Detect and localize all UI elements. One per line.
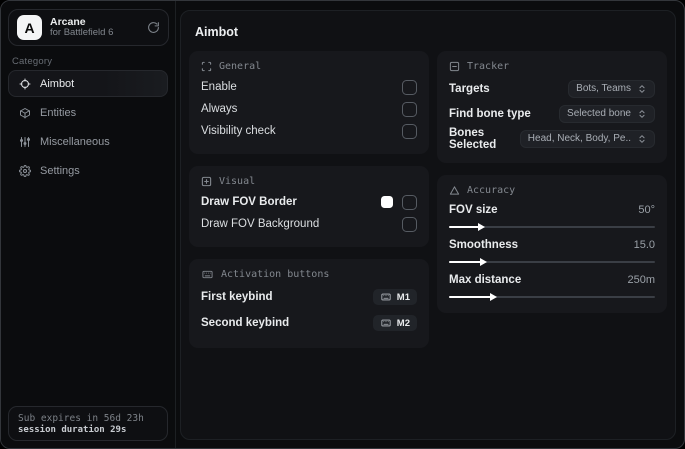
setting-row-draw-fov-border: Draw FOV Border <box>201 191 417 213</box>
general-panel: General Enable Always Visibility check <box>189 51 429 154</box>
max-distance-slider[interactable] <box>449 292 655 301</box>
brand-logo: A <box>17 15 42 40</box>
sidebar-item-label: Miscellaneous <box>40 135 110 148</box>
sidebar: A Arcane for Battlefield 6 Category Aimb… <box>1 1 176 448</box>
setting-label: Second keybind <box>201 317 290 329</box>
tracker-panel: Tracker Targets Bots, Teams Find bone ty… <box>437 51 667 163</box>
gear-icon <box>19 164 31 177</box>
keybind-value: M1 <box>396 291 410 303</box>
frame-plus-icon <box>201 176 212 187</box>
panel-title: General <box>219 61 262 72</box>
brand-card: A Arcane for Battlefield 6 <box>8 9 169 46</box>
setting-label: First keybind <box>201 291 273 303</box>
keybind-value: M2 <box>396 317 410 329</box>
visual-panel: Visual Draw FOV Border Draw FOV Backgrou… <box>189 166 429 247</box>
accuracy-panel: Accuracy FOV size 50° Smoothness 15.0 Ma… <box>437 175 667 313</box>
setting-label: Visibility check <box>201 125 276 137</box>
slider-label: Max distance <box>449 274 522 286</box>
slider-thumb[interactable] <box>490 292 498 301</box>
second-keybind-button[interactable]: M2 <box>372 315 417 331</box>
sidebar-item-label: Settings <box>40 164 80 177</box>
smoothness-slider-row: Smoothness 15.0 <box>449 237 655 266</box>
triangle-icon <box>449 185 460 196</box>
panel-title: Visual <box>219 176 256 187</box>
select-value: Bots, Teams <box>576 83 631 94</box>
main-content: Aimbot General Enable Always Visibility … <box>180 10 676 440</box>
sidebar-item-entities[interactable]: Entities <box>8 99 168 126</box>
setting-row-enable: Enable <box>201 76 417 98</box>
setting-label: Bones Selected <box>449 126 497 151</box>
setting-label: Always <box>201 103 238 115</box>
sidebar-item-label: Entities <box>40 106 77 119</box>
fov-border-color-swatch[interactable] <box>381 196 393 208</box>
smoothness-slider[interactable] <box>449 257 655 266</box>
setting-row-targets: Targets Bots, Teams <box>449 76 655 101</box>
enable-checkbox[interactable] <box>402 79 417 95</box>
subscription-card: Sub expires in 56d 23h session duration … <box>8 406 168 441</box>
session-duration-text: session duration 29s <box>18 424 127 435</box>
find-bone-type-select[interactable]: Selected bone <box>559 104 655 123</box>
page-title: Aimbot <box>195 25 239 39</box>
select-value: Head, Neck, Body, Pe.. <box>527 133 631 144</box>
keyboard-icon <box>201 269 214 280</box>
setting-row-first-keybind: First keybind M1 <box>201 284 417 310</box>
crosshair-icon <box>19 78 31 90</box>
category-label: Category <box>12 56 53 67</box>
sidebar-nav: Aimbot Entities Miscellaneous Settings <box>8 70 168 186</box>
setting-row-draw-fov-background: Draw FOV Background <box>201 213 417 235</box>
always-checkbox[interactable] <box>402 101 417 117</box>
cube-icon <box>19 107 31 119</box>
chevrons-up-down-icon <box>637 134 647 144</box>
sidebar-item-settings[interactable]: Settings <box>8 157 168 184</box>
panel-title: Accuracy <box>467 185 516 196</box>
setting-row-find-bone-type: Find bone type Selected bone <box>449 101 655 126</box>
activation-panel: Activation buttons First keybind M1 Seco… <box>189 259 429 348</box>
sub-expiry-text: Sub expires in 56d 23h <box>18 412 144 424</box>
setting-row-visibility-check: Visibility check <box>201 120 417 142</box>
panel-title: Tracker <box>467 61 510 72</box>
chevrons-up-down-icon <box>637 84 647 94</box>
targets-select[interactable]: Bots, Teams <box>568 79 655 98</box>
setting-row-always: Always <box>201 98 417 120</box>
setting-label: Draw FOV Border <box>201 196 297 208</box>
setting-label: Draw FOV Background <box>201 218 320 230</box>
select-value: Selected bone <box>567 108 631 119</box>
keyboard-icon <box>380 292 392 302</box>
draw-fov-border-checkbox[interactable] <box>402 194 417 210</box>
brand-subtitle: for Battlefield 6 <box>50 27 114 39</box>
setting-label: Find bone type <box>449 107 531 120</box>
slider-thumb[interactable] <box>477 222 485 231</box>
fov-size-slider-row: FOV size 50° <box>449 202 655 231</box>
slider-value: 15.0 <box>633 239 655 251</box>
chevrons-up-down-icon <box>637 109 647 119</box>
slider-label: FOV size <box>449 204 498 216</box>
scan-icon <box>201 61 212 72</box>
sidebar-item-label: Aimbot <box>40 77 75 90</box>
fov-size-slider[interactable] <box>449 222 655 231</box>
app-window: A Arcane for Battlefield 6 Category Aimb… <box>0 0 685 449</box>
slider-value: 50° <box>638 204 655 216</box>
bones-selected-select[interactable]: Head, Neck, Body, Pe.. <box>519 129 655 148</box>
setting-label: Enable <box>201 81 237 93</box>
slider-thumb[interactable] <box>479 257 487 266</box>
max-distance-slider-row: Max distance 250m <box>449 272 655 301</box>
sliders-icon <box>19 136 31 148</box>
refresh-icon[interactable] <box>147 21 160 34</box>
sidebar-item-aimbot[interactable]: Aimbot <box>8 70 168 97</box>
draw-fov-background-checkbox[interactable] <box>402 216 417 232</box>
sidebar-item-miscellaneous[interactable]: Miscellaneous <box>8 128 168 155</box>
setting-label: Targets <box>449 82 490 95</box>
setting-row-second-keybind: Second keybind M2 <box>201 310 417 336</box>
box-minus-icon <box>449 61 460 72</box>
keyboard-icon <box>380 318 392 328</box>
setting-row-bones-selected: Bones Selected Head, Neck, Body, Pe.. <box>449 126 655 151</box>
slider-label: Smoothness <box>449 239 519 251</box>
panel-title: Activation buttons <box>221 269 330 280</box>
first-keybind-button[interactable]: M1 <box>372 289 417 305</box>
slider-value: 250m <box>627 274 655 286</box>
visibility-check-checkbox[interactable] <box>402 123 417 139</box>
